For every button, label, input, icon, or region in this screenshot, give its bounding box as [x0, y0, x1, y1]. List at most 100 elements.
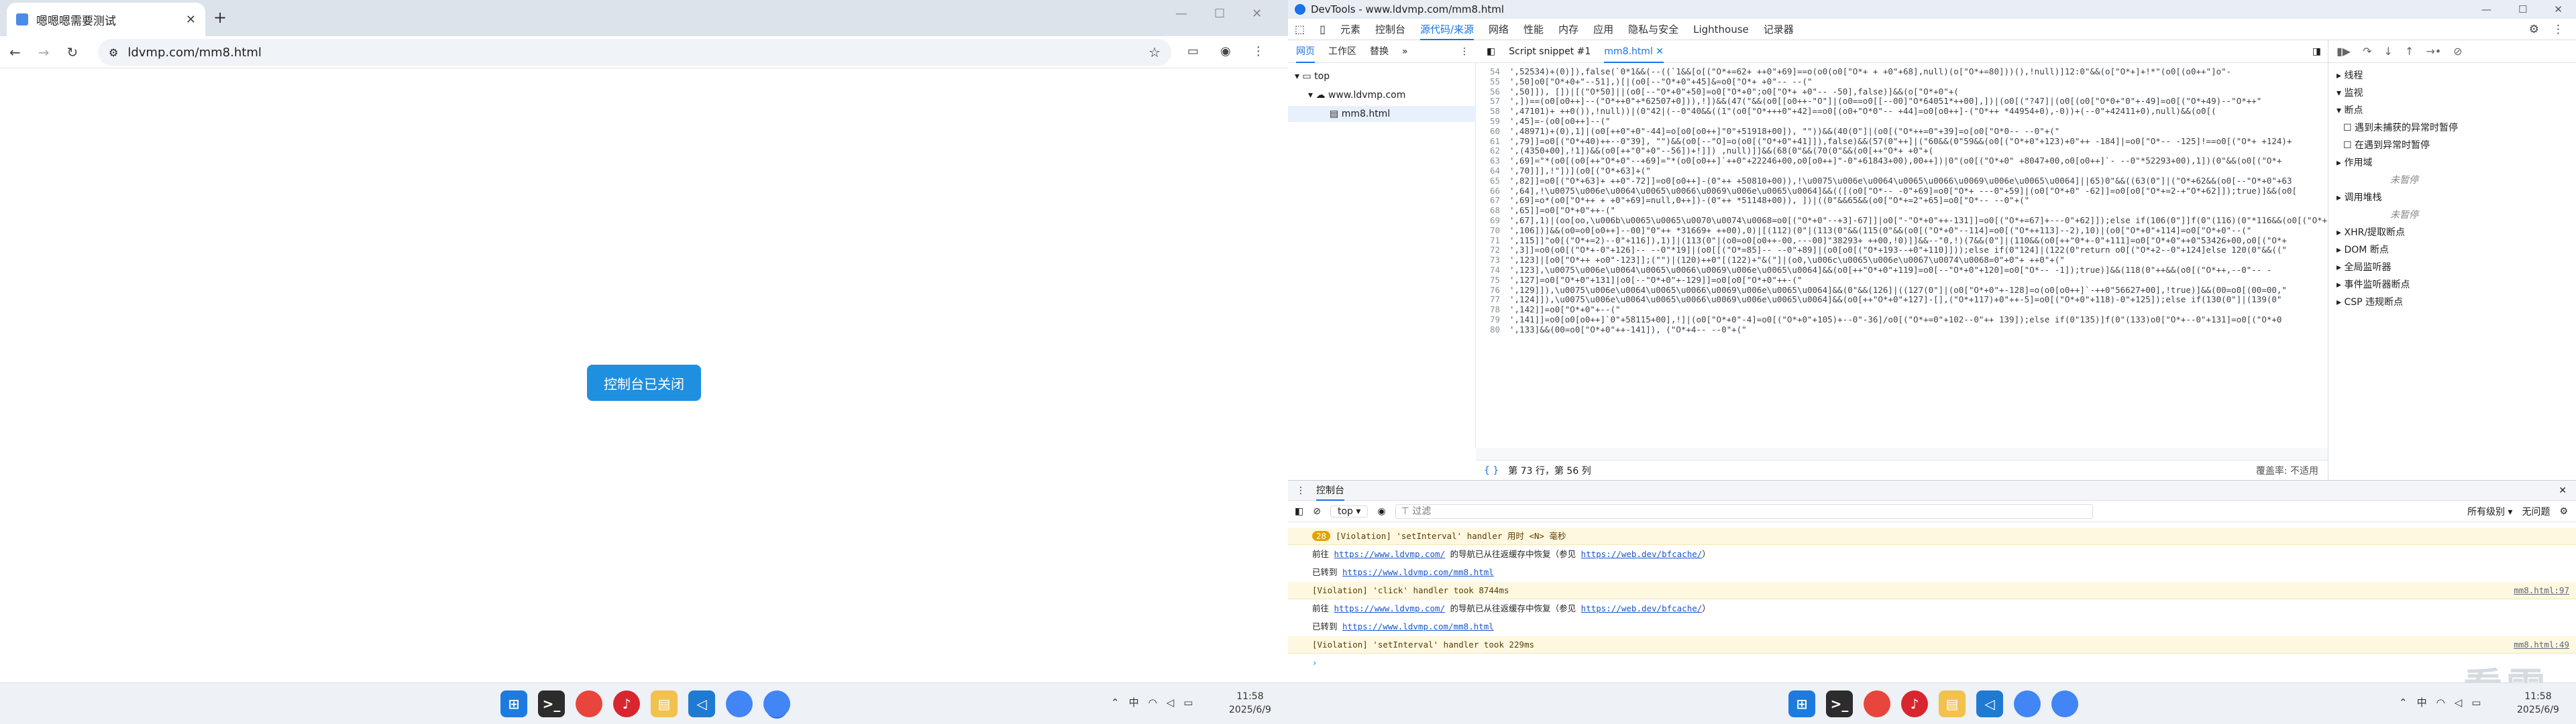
- battery-icon[interactable]: ▭: [1183, 697, 1193, 709]
- toggle-navigator-icon[interactable]: ◧: [1487, 46, 1495, 57]
- coverage-status[interactable]: 覆盖率: 不适用: [2256, 464, 2328, 477]
- line-number[interactable]: 63: [1476, 156, 1509, 166]
- line-number[interactable]: 72: [1476, 245, 1509, 255]
- vscode-icon[interactable]: ◁: [1976, 690, 2003, 717]
- expand-arrow-icon[interactable]: ▸: [2337, 70, 2344, 81]
- settings-gear-icon[interactable]: ⚙: [2529, 23, 2539, 36]
- code-line[interactable]: 59 ',45]=-(o0[o0++]--(": [1476, 117, 2328, 127]
- tree-item-file[interactable]: ▤ mm8.html: [1288, 106, 1476, 122]
- battery-icon[interactable]: ▭: [2471, 697, 2481, 709]
- code-line[interactable]: 78 ',142]]=o0["O*+0"+--(": [1476, 305, 2328, 315]
- code-line[interactable]: 56 ',50]]), [])|[("O*50]||(o0[--"O*+0"+50…: [1476, 87, 2328, 97]
- line-number[interactable]: 68: [1476, 206, 1509, 216]
- expand-arrow-icon[interactable]: ▸: [2337, 192, 2344, 203]
- ime-indicator[interactable]: 中: [1129, 695, 1139, 709]
- expand-arrow-icon[interactable]: ▾: [2337, 88, 2344, 99]
- url-text[interactable]: ldvmp.com/mm8.html: [127, 46, 262, 60]
- close-window-icon[interactable]: ✕: [2554, 3, 2563, 15]
- subtab-overrides[interactable]: 替换: [1370, 40, 1389, 63]
- line-number[interactable]: 55: [1476, 77, 1509, 87]
- vscode-icon[interactable]: ◁: [688, 690, 715, 717]
- filter-input[interactable]: ⊤ 过滤: [1395, 503, 2093, 519]
- resume-icon[interactable]: ▮▶: [2337, 45, 2351, 58]
- code-line[interactable]: 65 ',82]]=o0[("O*+63]+ ++0"-72]]=o0[o0++]…: [1476, 176, 2328, 186]
- code-line[interactable]: 61 ',79]]=o0[("O*+40)++--0"39], "")&&(o0[…: [1476, 137, 2328, 147]
- code-editor[interactable]: 54 ',52534)+(0)]),false(`0*1&&(--((`1&&[o…: [1476, 63, 2328, 448]
- minimize-icon[interactable]: —: [1175, 7, 1187, 21]
- code-line[interactable]: 77 ',124]]),\u0075\u006e\u0064\u0065\u006…: [1476, 295, 2328, 305]
- chrome-icon[interactable]: [576, 690, 602, 717]
- tray-chevron-icon[interactable]: ⌃: [2399, 697, 2408, 709]
- chrome-icon-2[interactable]: [726, 690, 753, 717]
- source-link[interactable]: mm8.html:97: [2514, 582, 2569, 599]
- inspect-icon[interactable]: ⬚: [1295, 23, 1305, 36]
- expand-arrow-icon[interactable]: ▸: [2337, 245, 2344, 255]
- debugger-section[interactable]: ▸ 调用堆栈: [2337, 189, 2571, 206]
- issues-counter[interactable]: 无问题: [2522, 505, 2550, 518]
- subtab-page[interactable]: 网页: [1296, 40, 1315, 63]
- drawer-kebab-icon[interactable]: ⋮: [1296, 485, 1305, 496]
- code-line[interactable]: 75 ',127]=o0["O*+0"+131]|o0[--"O*+0"+-129…: [1476, 276, 2328, 286]
- debugger-section[interactable]: ▸ 全局监听器: [2337, 259, 2571, 276]
- file-explorer-icon[interactable]: ▤: [1939, 690, 1966, 717]
- address-bar[interactable]: ⚙ ldvmp.com/mm8.html ☆: [98, 39, 1171, 66]
- bookmark-star-icon[interactable]: ☆: [1148, 44, 1161, 60]
- forward-arrow-icon[interactable]: →: [38, 44, 50, 60]
- expand-arrow-icon[interactable]: ▾: [2337, 105, 2344, 116]
- editor-tab-snippet[interactable]: Script snippet #1: [1509, 46, 1591, 57]
- code-line[interactable]: 68 ',65]]=o0["O*+0"++-(": [1476, 206, 2328, 216]
- tab-privacy[interactable]: 隐私与安全: [1628, 19, 1678, 40]
- line-number[interactable]: 67: [1476, 196, 1509, 206]
- code-line[interactable]: 76 ',129]]),\u0075\u006e\u0064\u0065\u006…: [1476, 286, 2328, 296]
- line-number[interactable]: 58: [1476, 107, 1509, 117]
- debugger-section[interactable]: ▾ 断点: [2337, 102, 2571, 119]
- chrome-icon-3[interactable]: [763, 690, 790, 717]
- more-kebab-icon[interactable]: ⋮: [2553, 23, 2564, 36]
- code-line[interactable]: 67 ',69]=o*(o0["O*++ + +0"+69]=null,0++])…: [1476, 196, 2328, 206]
- source-link[interactable]: mm8.html:49: [2514, 636, 2569, 653]
- tree-item-top[interactable]: ▾ ▭ top: [1288, 68, 1476, 84]
- browser-tab[interactable]: 嗯嗯嗯需要测试 ✕: [7, 3, 205, 36]
- message-link[interactable]: https://web.dev/bfcache/: [1581, 549, 1703, 559]
- line-number[interactable]: 74: [1476, 265, 1509, 276]
- code-line[interactable]: 57 ',])==(o0[o0++]--("O*++0"+*62507+0])),…: [1476, 97, 2328, 107]
- message-link[interactable]: https://www.ldvmp.com/: [1334, 603, 1446, 613]
- tray-chevron-icon[interactable]: ⌃: [1111, 697, 1120, 709]
- close-drawer-icon[interactable]: ✕: [2559, 485, 2576, 496]
- debugger-section[interactable]: ☐ 在遇到异常时暂停: [2337, 137, 2571, 154]
- message-link[interactable]: https://www.ldvmp.com/mm8.html: [1342, 621, 1494, 631]
- debugger-section[interactable]: ▾ 监视: [2337, 84, 2571, 102]
- message-link[interactable]: https://www.ldvmp.com/: [1334, 549, 1446, 559]
- profile-icon[interactable]: ◉: [1220, 44, 1231, 58]
- line-number[interactable]: 69: [1476, 216, 1509, 226]
- debugger-section[interactable]: ▸ 事件监听器断点: [2337, 276, 2571, 294]
- speaker-icon[interactable]: ◁: [2455, 697, 2463, 709]
- line-number[interactable]: 56: [1476, 87, 1509, 97]
- wifi-icon[interactable]: ◠: [2436, 697, 2445, 709]
- debugger-section[interactable]: ▸ 作用域: [2337, 154, 2571, 172]
- debugger-section[interactable]: ▸ DOM 断点: [2337, 241, 2571, 259]
- tab-lighthouse[interactable]: Lighthouse: [1693, 19, 1749, 40]
- line-number[interactable]: 79: [1476, 315, 1509, 325]
- wifi-icon[interactable]: ◠: [1148, 697, 1157, 709]
- chrome-icon[interactable]: [1864, 690, 1890, 717]
- tab-memory[interactable]: 内存: [1558, 19, 1578, 40]
- code-line[interactable]: 74 ',123],\u0075\u006e\u0064\u0065\u0066\…: [1476, 265, 2328, 276]
- reload-icon[interactable]: ↻: [67, 44, 78, 60]
- expand-arrow-icon[interactable]: ▸: [2337, 158, 2344, 168]
- editor-hscroll[interactable]: [1476, 448, 2328, 460]
- start-windows-icon[interactable]: ⊞: [500, 690, 527, 717]
- editor-tab-mm8[interactable]: mm8.html ✕: [1604, 40, 1664, 63]
- code-line[interactable]: 58 ',47101)+ ++0()),!null))|(0"42|(--0"40…: [1476, 107, 2328, 117]
- more-subtabs-icon[interactable]: »: [1402, 46, 1408, 57]
- line-number[interactable]: 73: [1476, 255, 1509, 265]
- line-number[interactable]: 80: [1476, 325, 1509, 335]
- code-line[interactable]: 72 ',3]]=o0(o0[("O*+-0"+126]-- --0"*19]|(…: [1476, 245, 2328, 255]
- tab-performance[interactable]: 性能: [1523, 19, 1544, 40]
- step-icon[interactable]: →•: [2426, 45, 2441, 58]
- clock[interactable]: 11:58 2025/6/9: [1229, 690, 1271, 717]
- line-number[interactable]: 64: [1476, 166, 1509, 176]
- console-closed-button[interactable]: 控制台已关闭: [587, 365, 701, 401]
- minimize-icon[interactable]: —: [2481, 3, 2491, 15]
- checkbox-icon[interactable]: ☐: [2343, 140, 2355, 151]
